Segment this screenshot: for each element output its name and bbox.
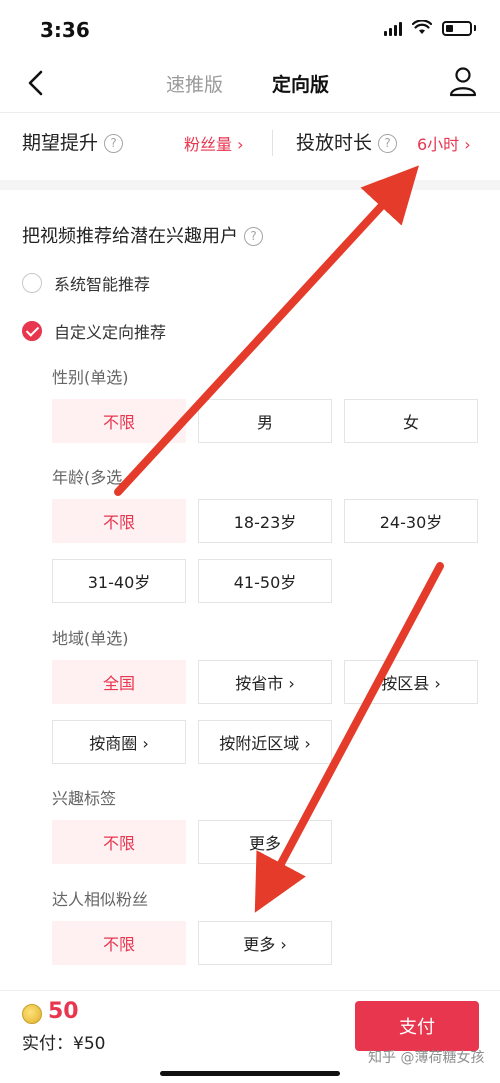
help-icon[interactable]: ? — [104, 134, 124, 153]
option-similar-more[interactable]: 更多 › — [198, 921, 332, 965]
similar-fans-label: 达人相似粉丝 — [52, 890, 149, 909]
coin-icon — [22, 1004, 42, 1024]
section-title-text: 把视频推荐给潜在兴趣用户 — [22, 226, 238, 247]
option-age-41-50[interactable]: 41-50岁 — [198, 559, 332, 603]
duration-label-text: 投放时长 — [296, 132, 373, 154]
interest-label: 兴趣标签 — [52, 789, 117, 808]
section-title: 把视频推荐给潜在兴趣用户? — [22, 222, 263, 248]
option-age-31-40[interactable]: 31-40岁 — [52, 559, 186, 603]
home-indicator[interactable] — [160, 1071, 340, 1076]
nav-bar: 速推版 定向版 — [0, 60, 500, 108]
option-interest-unlimited[interactable]: 不限 — [52, 820, 186, 864]
radio-circle[interactable] — [22, 273, 42, 293]
tab-quick-promote[interactable]: 速推版 — [166, 70, 223, 97]
expect-value[interactable]: 粉丝量 › — [184, 131, 244, 155]
age-label: 年龄(多选 — [52, 468, 123, 487]
status-bar: 3:36 — [0, 0, 500, 60]
wifi-icon — [412, 20, 432, 34]
radio-label: 系统智能推荐 — [54, 275, 151, 294]
option-region-nationwide[interactable]: 全国 — [52, 660, 186, 704]
option-region-nearby[interactable]: 按附近区域 › — [198, 720, 332, 764]
watermark: 知乎 @薄荷糖女孩 — [368, 1050, 485, 1066]
option-region-county[interactable]: 按区县 › — [344, 660, 478, 704]
expect-label: 期望提升? — [22, 128, 124, 155]
status-icons — [384, 20, 476, 36]
coin-amount: 50 — [48, 999, 79, 1024]
expectation-row: 期望提升? 粉丝量 › 投放时长? 6小时 › — [0, 118, 500, 168]
region-label: 地域(单选) — [52, 629, 129, 648]
option-region-business-district[interactable]: 按商圈 › — [52, 720, 186, 764]
radio-custom-recommend[interactable]: 自定义定向推荐 — [22, 318, 166, 344]
back-arrow-icon[interactable] — [22, 68, 52, 98]
radio-label: 自定义定向推荐 — [54, 323, 167, 342]
paid-amount: 实付：¥50 — [22, 1034, 106, 1054]
option-age-unlimited[interactable]: 不限 — [52, 499, 186, 543]
option-gender-female[interactable]: 女 — [344, 399, 478, 443]
bottom-bar: 50 实付：¥50 支付 知乎 @薄荷糖女孩 — [0, 990, 500, 1083]
option-similar-unlimited[interactable]: 不限 — [52, 921, 186, 965]
option-interest-more[interactable]: 更多 — [198, 820, 332, 864]
option-age-18-23[interactable]: 18-23岁 — [198, 499, 332, 543]
radio-system-recommend[interactable]: 系统智能推荐 — [22, 270, 150, 296]
vertical-divider — [272, 130, 273, 156]
option-gender-male[interactable]: 男 — [198, 399, 332, 443]
expect-label-text: 期望提升 — [22, 132, 99, 154]
help-icon[interactable]: ? — [244, 227, 263, 246]
nav-divider — [0, 112, 500, 113]
battery-icon — [442, 20, 472, 36]
pay-button[interactable]: 支付 — [355, 1001, 479, 1051]
option-region-province[interactable]: 按省市 › — [198, 660, 332, 704]
help-icon[interactable]: ? — [378, 134, 398, 153]
battery-tip — [474, 25, 476, 31]
option-gender-unlimited[interactable]: 不限 — [52, 399, 186, 443]
user-icon[interactable] — [448, 66, 478, 98]
radio-checked-icon[interactable] — [22, 321, 42, 341]
gender-label: 性别(单选) — [52, 368, 129, 387]
option-age-24-30[interactable]: 24-30岁 — [344, 499, 478, 543]
duration-value[interactable]: 6小时 › — [417, 131, 471, 155]
section-spacer — [0, 180, 500, 190]
status-time: 3:36 — [40, 18, 90, 42]
signal-icon — [384, 20, 402, 36]
duration-label: 投放时长? — [296, 128, 398, 155]
tab-targeted[interactable]: 定向版 — [272, 70, 329, 97]
